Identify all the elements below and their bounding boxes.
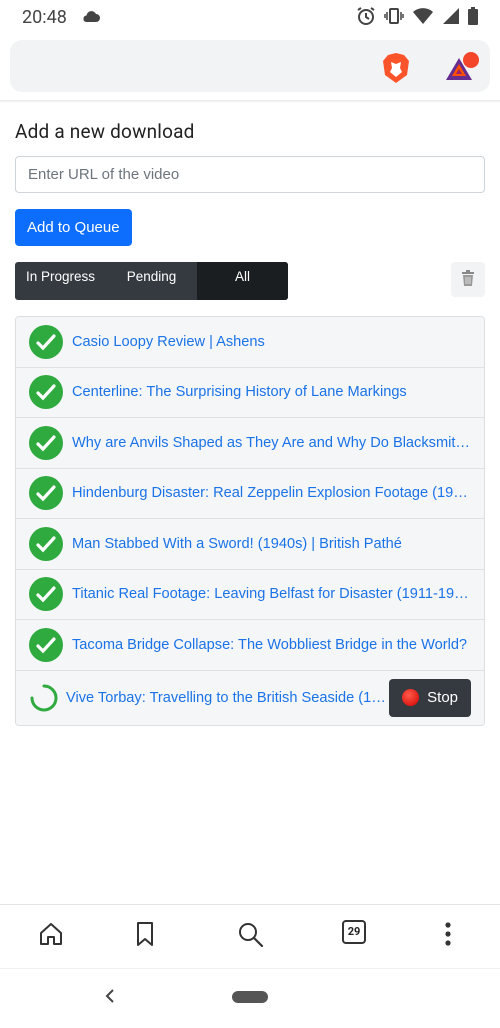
list-item: Centerline: The Surprising History of La… <box>16 367 484 418</box>
home-gesture-pill[interactable] <box>232 991 268 1003</box>
url-input[interactable] <box>15 156 485 193</box>
page-title: Add a new download <box>15 120 195 143</box>
more-menu-icon[interactable] <box>443 921 453 951</box>
status-time: 20:48 <box>22 6 67 28</box>
download-title-link[interactable]: Vive Torbay: Travelling to the British S… <box>66 690 386 706</box>
add-to-queue-button[interactable]: Add to Queue <box>15 209 132 246</box>
alarm-icon <box>356 6 376 31</box>
check-circle-icon <box>29 375 63 410</box>
signal-icon <box>442 7 460 30</box>
check-circle-icon <box>29 476 63 511</box>
list-item: Man Stabbed With a Sword! (1940s) | Brit… <box>16 519 484 570</box>
download-title-link[interactable]: Tacoma Bridge Collapse: The Wobbliest Br… <box>72 637 467 653</box>
toolbar-shadow <box>0 100 500 103</box>
back-icon[interactable] <box>103 986 117 1010</box>
download-title-link[interactable]: Why are Anvils Shaped as They Are and Wh… <box>72 435 472 451</box>
check-circle-icon <box>29 627 63 662</box>
download-title-link[interactable]: Hindenburg Disaster: Real Zeppelin Explo… <box>72 485 472 501</box>
download-list: Casio Loopy Review | Ashens Centerline: … <box>15 316 485 726</box>
tab-all[interactable]: All <box>197 262 288 300</box>
tab-pending[interactable]: Pending <box>106 262 197 300</box>
download-title-link[interactable]: Man Stabbed With a Sword! (1940s) | Brit… <box>72 536 402 552</box>
bat-rewards-icon[interactable] <box>442 50 482 88</box>
search-icon[interactable] <box>237 921 265 953</box>
list-item: Tacoma Bridge Collapse: The Wobbliest Br… <box>16 620 484 671</box>
filter-row: In Progress Pending All <box>15 262 485 300</box>
filter-tabs: In Progress Pending All <box>15 262 288 300</box>
home-icon[interactable] <box>38 921 64 951</box>
red-circle-icon <box>402 689 420 706</box>
loading-spinner-icon <box>29 683 59 713</box>
download-title-link[interactable]: Titanic Real Footage: Leaving Belfast fo… <box>72 586 472 602</box>
download-title-link[interactable]: Casio Loopy Review | Ashens <box>72 334 265 350</box>
list-item: Why are Anvils Shaped as They Are and Wh… <box>16 418 484 469</box>
check-circle-icon <box>29 425 63 460</box>
list-item: Titanic Real Footage: Leaving Belfast fo… <box>16 569 484 620</box>
trash-icon <box>461 269 475 290</box>
bookmark-icon[interactable] <box>134 921 156 951</box>
download-title-link[interactable]: Centerline: The Surprising History of La… <box>72 384 407 400</box>
brave-lion-icon[interactable] <box>382 52 410 88</box>
wifi-icon <box>412 7 434 30</box>
downloader-page: Add a new download Add to Queue In Progr… <box>15 104 485 726</box>
check-circle-icon <box>29 577 63 612</box>
list-item: Vive Torbay: Travelling to the British S… <box>16 670 484 725</box>
tabs-icon[interactable]: 29 <box>342 920 366 944</box>
clear-button[interactable] <box>451 262 485 297</box>
list-item: Hindenburg Disaster: Real Zeppelin Explo… <box>16 468 484 519</box>
stop-button[interactable]: Stop <box>389 678 471 717</box>
list-item: Casio Loopy Review | Ashens <box>16 317 484 368</box>
status-bar: 20:48 <box>0 0 500 34</box>
tab-in-progress[interactable]: In Progress <box>15 262 106 300</box>
browser-toolbar <box>0 904 500 968</box>
battery-icon <box>468 7 478 30</box>
check-circle-icon <box>29 324 63 359</box>
stop-label: Stop <box>427 689 458 706</box>
check-circle-icon <box>29 526 63 561</box>
address-bar[interactable] <box>10 40 490 92</box>
cloud-icon <box>81 7 101 28</box>
vibrate-icon <box>384 6 404 31</box>
